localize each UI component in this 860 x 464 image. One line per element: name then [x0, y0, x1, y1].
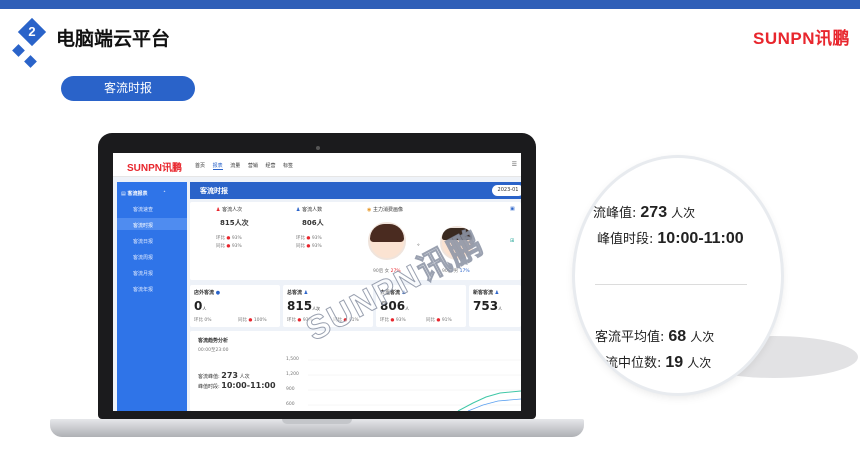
metric-label: 店外客流 ● [194, 290, 221, 296]
visits-label: ♟ 客流人次 [216, 207, 243, 213]
menu-icon[interactable]: ☰ [512, 161, 517, 168]
trend-title: 客流趋势分析 [198, 338, 229, 344]
top-accent-bar [0, 0, 860, 9]
metric-value: 753人 [473, 299, 503, 313]
metric-ring: 环比 ● 93% [380, 318, 406, 323]
chevron-up-icon: ˄ [163, 191, 166, 197]
chart-icon: ⊞ [510, 238, 515, 244]
sidebar: ▤ 客流报表 ˄ 客流速查 客流时报 客流日报 客流周报 客流月报 客流年报 [117, 182, 187, 411]
people-icon: ♟ [216, 207, 221, 213]
metric-label: 新客客流 ♟ [473, 290, 500, 296]
zoom-peak: 流峰值: 273 人次 [593, 204, 696, 221]
trend-peak-time: 峰值时段: 10:00-11:00 [198, 381, 276, 390]
metric-ring: 环比 0% [194, 318, 212, 323]
sidebar-item-daily[interactable]: 客流日报 [133, 238, 153, 245]
nav-item-home[interactable]: 首页 [195, 163, 205, 169]
report-header: 客流时报 2023-01 [190, 182, 521, 199]
sidebar-item-weekly[interactable]: 客流周报 [133, 254, 153, 261]
report-title: 客流时报 [200, 187, 228, 195]
y-tick: 900 [286, 387, 295, 392]
camera-dot [316, 146, 320, 150]
zoom-median: 流中位数: 19 人次 [605, 354, 712, 371]
trend-line-chart [308, 359, 521, 411]
trend-series-a [457, 390, 521, 411]
nav-item-tags[interactable]: 标签 [283, 163, 293, 169]
user-icon: ♟ [494, 290, 500, 296]
trend-card: 客流趋势分析 00:00至23:00 客流峰值: 273 人次 峰值时段: 10… [190, 331, 521, 411]
metric-card-outside: 店外客流 ● 0人 环比 0% 同比 ● 100% [190, 285, 280, 327]
user-icon: ♟ [296, 207, 301, 213]
zoom-average: 客流平均值: 68 人次 [595, 328, 715, 345]
zoom-divider [595, 284, 747, 285]
portrait-title: ◉ 主力消费画像 [367, 207, 403, 213]
metric-yoy: 同比 ● 100% [238, 318, 267, 323]
metric-label: 总客流 ♟ [287, 290, 309, 296]
report-icon: ▤ [121, 191, 126, 197]
sidebar-item-yearly[interactable]: 客流年报 [133, 286, 153, 293]
nav-item-report[interactable]: 报表 [212, 163, 223, 170]
step-number: 2 [28, 24, 36, 39]
visits-value: 815人次 [220, 219, 249, 227]
info-icon: ● [215, 290, 221, 296]
y-tick: 600 [286, 402, 295, 407]
laptop-notch [282, 419, 352, 424]
metric-yoy: 同比 ● 91% [426, 318, 452, 323]
people-value: 806人 [302, 219, 324, 227]
app-logo: SUNPN讯鹏 [127, 163, 183, 174]
laptop-screen: SUNPN讯鹏 首页 报表 流量 营销 经营 标签 ☰ ▤ 客流报表 ˄ 客流速… [113, 153, 521, 411]
trend-peak: 客流峰值: 273 人次 [198, 371, 250, 380]
people-ring: 环比 ● 93% [296, 236, 322, 241]
nav-item-marketing[interactable]: 营销 [248, 163, 258, 169]
sidebar-item-quick[interactable]: 客流速查 [133, 206, 153, 213]
y-tick: 1,500 [286, 357, 299, 362]
nav-item-traffic[interactable]: 流量 [230, 163, 240, 169]
people-label: ♟ 客流人数 [296, 207, 323, 213]
sidebar-item-monthly[interactable]: 客流月报 [133, 270, 153, 277]
diamond-decoration [12, 44, 25, 57]
diamond-decoration [24, 55, 37, 68]
zoom-peak-time: 峰值时段: 10:00-11:00 [597, 230, 744, 247]
app-nav: 首页 报表 流量 营销 经营 标签 [195, 162, 299, 170]
calendar-icon: ▣ [510, 206, 515, 212]
metric-card-new: 新客客流 ♟ 753人 [469, 285, 521, 327]
brand-logo: SUNPN讯鹏 [752, 29, 850, 48]
visits-yoy: 同比 ● 93% [216, 244, 242, 249]
portrait-icon: ◉ [367, 207, 372, 213]
app-topbar: SUNPN讯鹏 首页 报表 流量 营销 经营 标签 ☰ [113, 153, 521, 177]
trend-time: 00:00至23:00 [198, 348, 229, 353]
zoom-magnifier: 流峰值: 273 人次 峰值时段: 10:00-11:00 客流平均值: 68 人次 流中… [575, 158, 781, 393]
metric-value: 0人 [194, 299, 207, 313]
sidebar-item-hourly[interactable]: 客流时报 [133, 222, 153, 229]
group-icon: ♟ [303, 290, 309, 296]
section-button[interactable]: 客流时报 [61, 76, 195, 101]
people-yoy: 同比 ● 93% [296, 244, 322, 249]
sidebar-title[interactable]: ▤ 客流报表 ˄ [121, 190, 166, 197]
page-title: 电脑端云平台 [56, 28, 171, 50]
date-picker[interactable]: 2023-01 [492, 185, 521, 196]
y-tick: 1,200 [286, 372, 299, 377]
visits-ring: 环比 ● 93% [216, 236, 242, 241]
nav-item-business[interactable]: 经营 [265, 163, 275, 169]
